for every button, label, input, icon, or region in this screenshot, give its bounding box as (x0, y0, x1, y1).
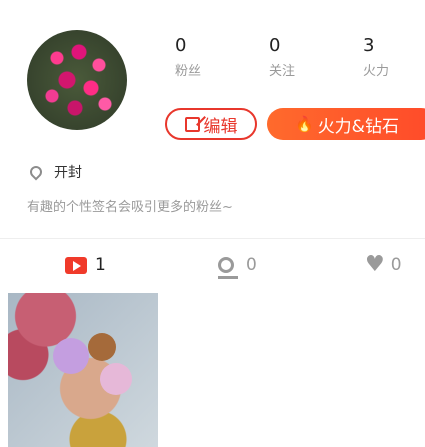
stat-fire-label: 火力 (363, 64, 390, 79)
stat-fans[interactable]: 0 粉丝 (175, 35, 202, 80)
stat-fire[interactable]: 3 火力 (363, 35, 390, 80)
fire-diamond-button[interactable]: 🔥 火力&钻石 (267, 108, 425, 140)
tab-locations[interactable]: 0 (218, 255, 257, 279)
stat-fire-value: 3 (363, 35, 375, 56)
heart-icon: ♥ (365, 252, 385, 277)
avatar[interactable] (27, 30, 127, 130)
stat-following-label: 关注 (269, 64, 296, 79)
stat-following-value: 0 (269, 35, 281, 56)
edit-profile-button[interactable]: 编辑 (165, 108, 257, 140)
location-icon (218, 257, 238, 279)
edit-icon (184, 116, 200, 132)
flame-icon: 🔥 (295, 115, 314, 133)
location-row: 开封 (27, 162, 82, 182)
tab-likes-count: 0 (390, 255, 402, 275)
location-city: 开封 (54, 165, 82, 181)
toy-figure (88, 333, 116, 361)
tab-locations-count: 0 (246, 255, 257, 275)
tab-videos[interactable]: 1 (65, 255, 106, 275)
stat-fans-label: 粉丝 (175, 64, 202, 79)
fire-diamond-label: 火力&钻石 (317, 116, 399, 137)
edit-profile-label: 编辑 (203, 116, 238, 137)
location-pin-icon (27, 163, 45, 181)
divider (0, 238, 425, 239)
stat-following[interactable]: 0 关注 (269, 35, 296, 80)
tab-videos-count: 1 (95, 255, 106, 275)
bio-text[interactable]: 有趣的个性签名会吸引更多的粉丝~ (27, 196, 233, 215)
toy-figure (53, 338, 89, 374)
stat-fans-value: 0 (175, 35, 187, 56)
toy-figure (100, 363, 132, 395)
video-thumbnail[interactable] (8, 293, 158, 447)
tab-likes[interactable]: ♥ 0 (365, 252, 402, 277)
video-icon (65, 256, 87, 274)
